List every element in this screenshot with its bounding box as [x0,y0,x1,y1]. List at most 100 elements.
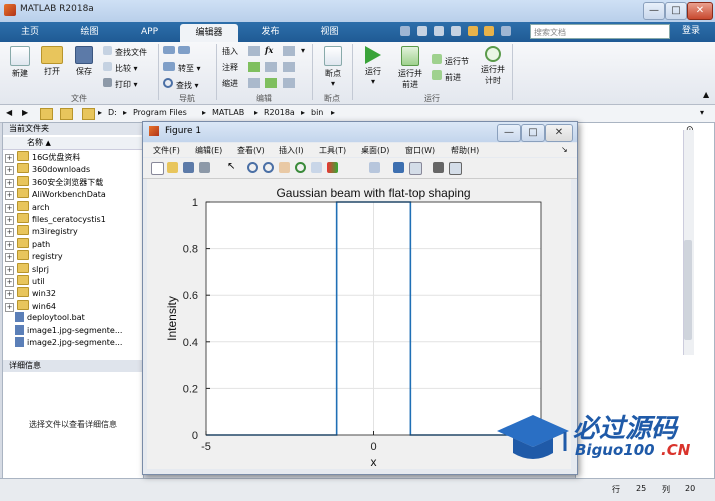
open-file-icon[interactable] [167,162,178,173]
wrap-comment-icon[interactable] [265,62,277,72]
address-dropdown-icon[interactable]: ▾ [700,108,704,117]
menu-desktop[interactable]: 桌面(D) [361,145,389,156]
help-icon[interactable] [501,26,512,36]
up-folder-icon[interactable] [40,108,53,120]
folder-row[interactable]: + arch [3,200,143,213]
new-button[interactable]: 新建 [6,46,34,79]
folder-row[interactable]: + win32 [3,287,143,300]
indent-button[interactable]: 缩进 [222,78,238,89]
forward-arrow-icon[interactable]: ▶ [22,108,28,117]
figure-maximize-button[interactable]: □ [521,124,545,142]
breadcrumb-drive[interactable]: D: [108,108,117,117]
expand-icon[interactable]: + [5,178,14,188]
run-and-time-button[interactable]: 运行并 计时 [477,46,509,86]
indent-icon[interactable] [248,78,260,88]
column-header-name[interactable]: 名称 ▲ [3,137,143,150]
save-button[interactable]: 保存 [70,46,98,77]
folder-row[interactable]: +360安全浏览器下载 [3,175,143,188]
file-row[interactable]: image1.jpg-segmente... [3,324,143,337]
find-button[interactable]: 查找 ▾ [163,78,199,91]
folder-row[interactable]: +16G优盘资料 [3,151,143,163]
link-plot-icon[interactable] [369,162,380,173]
uncomment-icon[interactable] [283,62,295,72]
data-cursor-icon[interactable] [311,162,322,173]
find-files-button[interactable]: 查找文件 [103,46,147,58]
expand-icon[interactable]: + [5,166,14,176]
expand-icon[interactable]: + [5,265,14,275]
insert-section-icon[interactable] [248,46,260,56]
folder-row[interactable]: + files_ceratocystis1 [3,213,143,225]
collapse-ribbon-icon[interactable]: ▲ [703,90,709,99]
save-icon[interactable] [400,26,410,36]
folder-row[interactable]: + util [3,275,143,287]
menu-view[interactable]: 查看(V) [237,145,265,156]
show-plot-tools-icon[interactable] [449,162,462,175]
comment-button[interactable]: 注释 [222,62,238,73]
close-button[interactable]: ✕ [687,2,713,20]
search-documentation-input[interactable]: 搜索文档 [530,24,670,39]
folder-row[interactable]: + m3iregistry [3,225,143,238]
comment-percent-icon[interactable] [248,62,260,72]
undo-icon[interactable] [467,26,478,36]
paste-icon[interactable] [450,26,461,36]
tab-editor[interactable]: 编辑器 [180,24,238,42]
legend-icon[interactable] [409,162,422,175]
expand-icon[interactable]: + [5,240,14,250]
open-button[interactable]: 打开 [38,46,66,77]
figure-close-button[interactable]: ✕ [545,124,573,142]
breakpoints-button[interactable]: 断点 ▾ [316,46,350,88]
smart-indent-icon[interactable] [265,78,277,88]
expand-icon[interactable]: + [5,191,14,201]
new-figure-icon[interactable] [151,162,164,175]
insert-option-icon[interactable] [283,46,295,56]
print-button[interactable]: 打印 ▾ [103,78,138,90]
folder-row[interactable]: + AliWorkbenchData [3,188,143,201]
breadcrumb-matlab[interactable]: MATLAB [212,108,244,117]
folder-row[interactable]: +360downloads [3,163,143,176]
hide-plot-tools-icon[interactable] [433,162,444,173]
folder-row[interactable]: + slprj [3,262,143,275]
minimize-button[interactable]: — [643,2,665,20]
redo-icon[interactable] [484,26,495,36]
figure-minimize-button[interactable]: — [497,124,521,142]
menu-edit[interactable]: 编辑(E) [195,145,222,156]
menu-window[interactable]: 窗口(W) [405,145,435,156]
file-row[interactable]: image2.jpg-segmente... [3,337,143,349]
zoom-out-icon[interactable] [263,162,274,173]
tab-apps[interactable]: APP [122,22,177,42]
breadcrumb-bin[interactable]: bin [311,108,323,117]
folder-row[interactable]: + win64 [3,299,143,312]
file-row[interactable]: deploytool.bat [3,312,143,324]
insert-button[interactable]: 插入 [222,46,238,57]
back-arrow-icon[interactable]: ◀ [6,108,12,117]
menu-dock-icon[interactable]: ↘ [561,145,568,154]
run-and-advance-button[interactable]: 运行并 前进 [394,46,426,90]
breadcrumb-program-files[interactable]: Program Files [133,108,187,117]
scrollbar-thumb[interactable] [684,240,692,340]
tab-view[interactable]: 视图 [302,22,357,42]
pan-hand-icon[interactable] [279,162,290,173]
brush-icon[interactable] [327,162,338,173]
tab-home[interactable]: 主页 [5,22,55,42]
run-section-button[interactable]: 运行节 [432,54,469,67]
expand-icon[interactable]: + [5,203,14,213]
print-figure-icon[interactable] [199,162,210,173]
compare-button[interactable]: 比较 ▾ [103,62,138,74]
advance-button[interactable]: 前进 [432,70,461,83]
folder-row[interactable]: + registry [3,250,143,263]
folder-row[interactable]: + path [3,237,143,250]
expand-icon[interactable]: + [5,154,14,163]
rotate-3d-icon[interactable] [295,162,306,173]
edit-plot-icon[interactable]: ↖ [227,162,238,173]
zoom-in-icon[interactable] [247,162,258,173]
menu-insert[interactable]: 插入(I) [279,145,304,156]
expand-icon[interactable]: + [5,253,14,263]
insert-function-button[interactable]: fx [265,45,273,55]
copy-icon[interactable] [433,26,444,36]
cut-icon[interactable] [416,26,427,36]
menu-tools[interactable]: 工具(T) [319,145,346,156]
goto-button[interactable]: 转至 ▾ [163,62,201,74]
maximize-button[interactable]: □ [665,2,687,20]
run-button[interactable]: 运行 ▾ [358,46,388,86]
tab-plots[interactable]: 绘图 [62,22,117,42]
